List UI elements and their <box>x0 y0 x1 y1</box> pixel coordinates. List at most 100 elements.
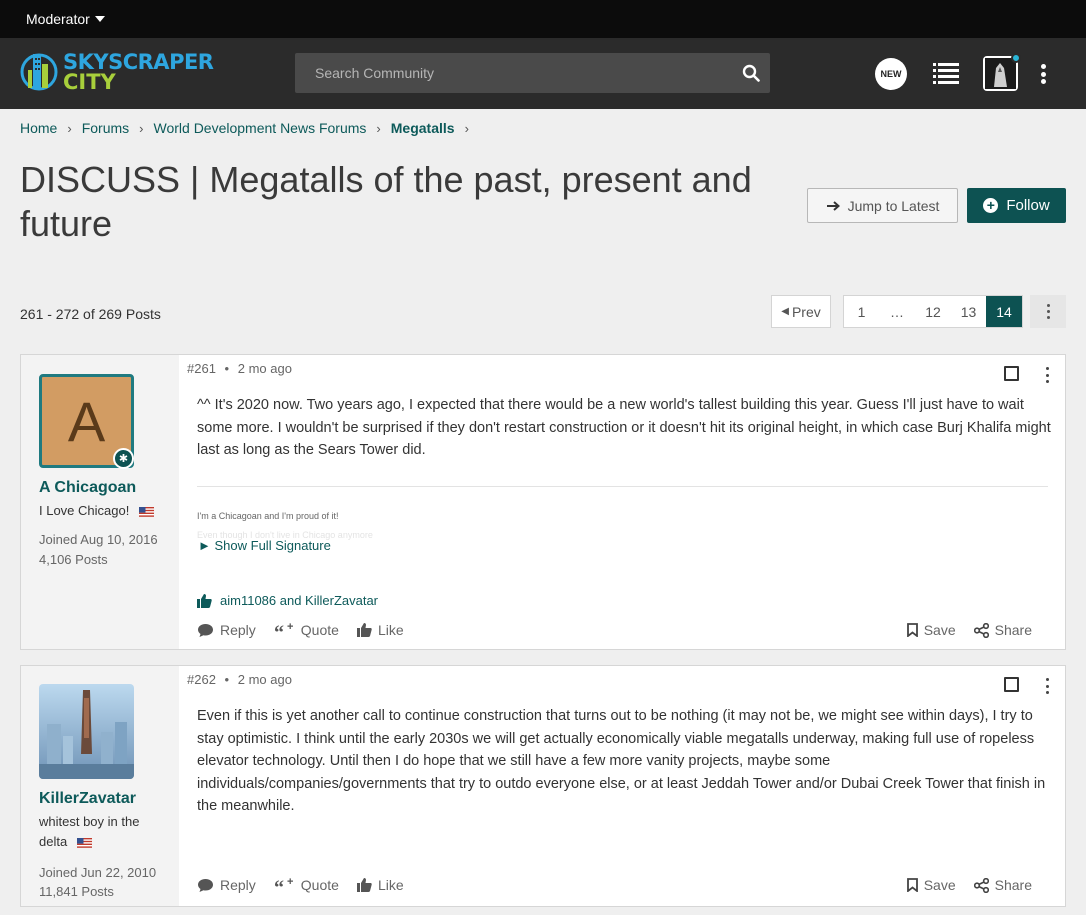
caret-down-icon <box>94 16 105 22</box>
svg-text:“: “ <box>274 622 284 638</box>
search-icon[interactable] <box>742 64 760 82</box>
post-number[interactable]: #261 <box>187 361 216 376</box>
reply-button[interactable]: Reply <box>197 622 256 638</box>
pagination-more-icon[interactable] <box>1030 295 1066 328</box>
search-bar <box>295 53 770 93</box>
save-button[interactable]: Save <box>906 877 956 893</box>
new-posts-icon[interactable]: NEW <box>875 58 907 90</box>
reply-button[interactable]: Reply <box>197 877 256 893</box>
page-numbers: 1 … 12 13 14 <box>843 295 1023 328</box>
moderator-star-icon: ✱ <box>113 448 134 469</box>
bookmark-icon <box>906 623 918 637</box>
site-logo[interactable]: SKYSCRAPER CITY <box>20 50 214 94</box>
thread-title: DISCUSS | Megatalls of the past, present… <box>20 159 752 244</box>
user-avatar[interactable] <box>983 53 1021 91</box>
moderator-bar: Moderator <box>0 0 1086 38</box>
author-joined: Joined Aug 10, 2016 <box>39 532 158 547</box>
post-262: KillerZavatar whitest boy in the delta J… <box>20 665 1066 907</box>
thumbs-up-icon <box>356 878 372 892</box>
page-ellipsis: … <box>890 303 904 320</box>
post-body: ^^ It's 2020 now. Two years ago, I expec… <box>197 397 1051 458</box>
svg-text:“: “ <box>274 877 284 893</box>
chevron-right-icon: › <box>139 120 144 136</box>
author-title: whitest boy in the delta <box>39 814 140 849</box>
post-number[interactable]: #262 <box>187 672 216 687</box>
breadcrumb-megatalls[interactable]: Megatalls <box>391 120 455 136</box>
share-button[interactable]: Share <box>973 622 1032 638</box>
city-tower-avatar-icon <box>39 684 134 779</box>
like-button[interactable]: Like <box>356 622 404 638</box>
triangle-right-icon: ► <box>198 538 211 553</box>
follow-button[interactable]: + Follow <box>967 188 1066 223</box>
site-header: SKYSCRAPER CITY NEW <box>0 38 1086 109</box>
likes-names: aim11086 and KillerZavatar <box>220 593 379 608</box>
post-actions-right: Save Share <box>906 622 1032 638</box>
plus-circle-icon: + <box>983 198 999 213</box>
chevron-right-icon: › <box>376 120 381 136</box>
post-options-icon[interactable] <box>1042 678 1052 694</box>
more-menu-icon[interactable] <box>1037 62 1049 86</box>
bookmark-icon <box>906 878 918 892</box>
post-actions: Reply “+ Quote Like <box>197 877 404 893</box>
post-meta: #261 • 2 mo ago <box>187 361 292 376</box>
moderator-menu[interactable]: Moderator <box>26 11 105 27</box>
us-flag-icon <box>138 506 154 517</box>
show-signature-toggle[interactable]: ► Show Full Signature <box>198 538 331 553</box>
logo-line1: SKYSCRAPER <box>63 50 214 74</box>
breadcrumb-forums[interactable]: Forums <box>82 120 129 136</box>
author-avatar[interactable] <box>39 684 134 779</box>
signature-line1: I'm a Chicagoan and I'm proud of it! <box>197 511 339 521</box>
quote-button[interactable]: “+ Quote <box>274 622 339 638</box>
page-13[interactable]: 13 <box>951 296 986 327</box>
post-likes[interactable]: aim11086 and KillerZavatar <box>197 593 378 608</box>
quote-icon: “+ <box>274 877 293 893</box>
new-badge-label: NEW <box>880 69 902 79</box>
signature-divider <box>197 486 1048 487</box>
chevron-right-icon: › <box>67 120 72 136</box>
moderator-label: Moderator <box>26 11 90 27</box>
breadcrumb-home[interactable]: Home <box>20 120 57 136</box>
post-actions-right: Save Share <box>906 877 1032 893</box>
speech-bubble-icon <box>198 623 213 637</box>
author-name[interactable]: KillerZavatar <box>39 790 136 808</box>
save-button[interactable]: Save <box>906 622 956 638</box>
select-post-checkbox[interactable] <box>1004 366 1019 381</box>
quote-button[interactable]: “+ Quote <box>274 877 339 893</box>
author-post-count: 4,106 Posts <box>39 552 108 567</box>
page-14-active[interactable]: 14 <box>986 296 1022 327</box>
avatar-letter: A <box>67 389 106 453</box>
follow-label: Follow <box>1006 197 1050 214</box>
author-name[interactable]: A Chicagoan <box>39 479 136 497</box>
svg-text:+: + <box>287 877 293 888</box>
logo-line2: CITY <box>63 70 116 94</box>
page-1[interactable]: 1 <box>844 296 879 327</box>
post-261: A ✱ A Chicagoan I Love Chicago! Joined A… <box>20 354 1066 650</box>
breadcrumb-world-development[interactable]: World Development News Forums <box>154 120 367 136</box>
page-12[interactable]: 12 <box>915 296 951 327</box>
select-post-checkbox[interactable] <box>1004 677 1019 692</box>
post-options-icon[interactable] <box>1042 367 1052 383</box>
us-flag-icon <box>76 837 92 848</box>
author-post-count: 11,841 Posts <box>39 884 114 899</box>
speech-bubble-icon <box>198 878 213 892</box>
post-time: 2 mo ago <box>237 361 292 376</box>
prev-page-button[interactable]: ◀ Prev <box>771 295 831 328</box>
author-joined: Joined Jun 22, 2010 <box>39 865 157 880</box>
jump-to-latest-button[interactable]: Jump to Latest <box>807 188 958 223</box>
thumbs-up-icon <box>356 623 372 637</box>
share-button[interactable]: Share <box>973 877 1032 893</box>
chevron-right-icon: › <box>464 120 469 136</box>
like-button[interactable]: Like <box>356 877 404 893</box>
list-icon[interactable] <box>933 62 959 86</box>
prev-label: Prev <box>791 303 821 320</box>
svg-text:+: + <box>287 622 293 633</box>
share-icon <box>973 877 989 893</box>
search-input[interactable] <box>295 53 725 93</box>
post-meta: #262 • 2 mo ago <box>187 672 292 687</box>
breadcrumb: Home › Forums › World Development News F… <box>20 120 479 136</box>
post-range: 261 - 272 of 269 Posts <box>20 306 161 322</box>
post-time: 2 mo ago <box>237 672 292 687</box>
notification-dot <box>1011 53 1021 63</box>
thumbs-up-icon <box>197 593 212 608</box>
avatar-image-icon <box>985 58 1016 89</box>
